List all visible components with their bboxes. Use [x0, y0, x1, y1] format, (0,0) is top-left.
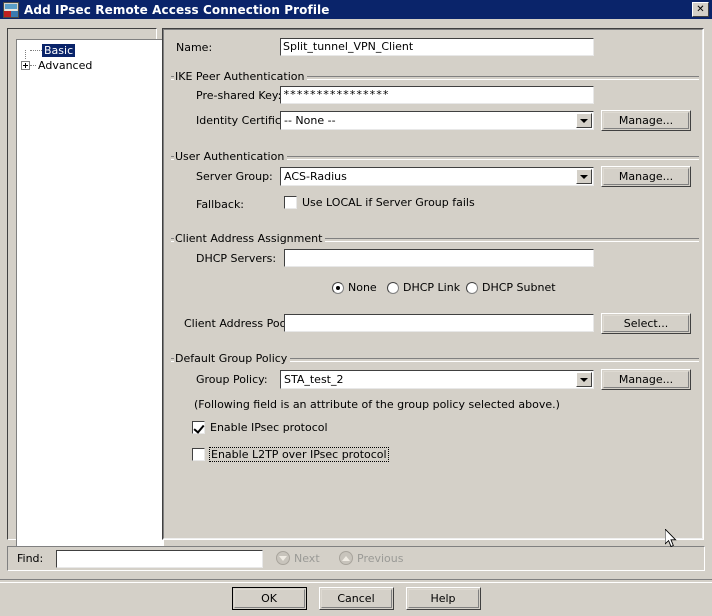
radio-dhcp-subnet-label: DHCP Subnet [482, 281, 556, 294]
group-policy-value: STA_test_2 [284, 373, 344, 386]
radio-none[interactable] [332, 281, 344, 294]
server-group-label-row: Server Group: [196, 170, 273, 183]
ok-button[interactable]: OK [231, 587, 307, 610]
client-address-pools-select-button[interactable]: Select... [601, 313, 691, 334]
find-bar: Find: Next Previous [7, 546, 705, 571]
close-icon[interactable]: ✕ [692, 2, 709, 17]
chevron-down-icon[interactable] [576, 169, 592, 184]
dhcp-mode-radio-dhcp-subnet[interactable]: DHCP Subnet [466, 281, 556, 294]
dhcp-mode-radio-none[interactable]: None [332, 281, 377, 294]
find-previous-label: Previous [357, 551, 404, 565]
arrow-down-icon [276, 551, 290, 565]
tree-item-advanced[interactable]: Advanced [17, 58, 163, 73]
help-button[interactable]: Help [405, 587, 481, 610]
client-address-pools-input[interactable] [284, 314, 594, 332]
tree-item-advanced-label: Advanced [38, 59, 93, 72]
ike-peer-authentication-title: IKE Peer Authentication [174, 70, 308, 83]
server-group-value: ACS-Radius [284, 170, 347, 183]
ok-button-label: OK [261, 592, 277, 605]
fallback-checkbox-label: Use LOCAL if Server Group fails [302, 196, 475, 209]
ike-peer-authentication-group: IKE Peer Authentication [170, 70, 700, 83]
radio-dhcp-link[interactable] [387, 281, 399, 294]
find-next-button[interactable]: Next [276, 551, 320, 565]
preshared-key-label: Pre-shared Key: [196, 89, 282, 102]
server-group-label: Server Group: [196, 170, 273, 183]
server-group-manage-button[interactable]: Manage... [601, 166, 691, 187]
identity-certificate-manage-label: Manage... [618, 114, 674, 127]
expand-advanced-icon[interactable] [21, 61, 30, 70]
dialog-button-bar: OK Cancel Help [0, 587, 712, 610]
ipsec-profile-icon [3, 1, 19, 18]
tree-item-basic[interactable]: Basic [17, 43, 163, 59]
enable-ipsec-checkbox[interactable] [192, 421, 205, 434]
navigation-tree[interactable]: Basic Advanced [16, 39, 164, 549]
find-previous-button[interactable]: Previous [339, 551, 404, 565]
name-input[interactable]: Split_tunnel_VPN_Client [280, 38, 594, 56]
default-group-policy-group: Default Group Policy [170, 352, 700, 365]
find-label: Find: [17, 552, 44, 565]
identity-certificate-value: -- None -- [284, 114, 336, 127]
client-address-assignment-group: Client Address Assignment [170, 232, 700, 245]
radio-dhcp-subnet[interactable] [466, 281, 478, 294]
radio-none-label: None [348, 281, 377, 294]
group-policy-label-row: Group Policy: [196, 373, 268, 386]
group-policy-manage-button[interactable]: Manage... [601, 369, 691, 390]
tree-item-basic-label: Basic [42, 44, 76, 57]
cancel-button-label: Cancel [337, 592, 375, 605]
cancel-button[interactable]: Cancel [318, 587, 394, 610]
server-group-manage-label: Manage... [618, 170, 674, 183]
window-title: Add IPsec Remote Access Connection Profi… [24, 2, 330, 17]
fallback-label: Fallback: [196, 198, 245, 211]
enable-l2tp-checkbox-row[interactable]: Enable L2TP over IPsec protocol [192, 447, 389, 462]
preshared-key-label-row: Pre-shared Key: [196, 89, 281, 102]
dhcp-servers-label-row: DHCP Servers: [196, 252, 276, 265]
fallback-label-row: Fallback: [196, 198, 244, 211]
bottom-separator [0, 579, 712, 583]
group-policy-label: Group Policy: [196, 373, 268, 386]
dhcp-mode-radio-dhcp-link[interactable]: DHCP Link [387, 281, 460, 294]
enable-ipsec-label: Enable IPsec protocol [210, 421, 328, 434]
fallback-checkbox-row[interactable]: Use LOCAL if Server Group fails [284, 196, 475, 209]
dhcp-servers-label: DHCP Servers: [196, 252, 277, 265]
enable-ipsec-checkbox-row[interactable]: Enable IPsec protocol [192, 421, 328, 434]
identity-certificate-select[interactable]: -- None -- [280, 111, 594, 130]
user-authentication-title: User Authentication [174, 150, 288, 163]
server-group-select[interactable]: ACS-Radius [280, 167, 594, 186]
client-address-pools-label: Client Address Pools: [184, 317, 299, 330]
user-authentication-group: User Authentication [170, 150, 700, 163]
dhcp-servers-input[interactable] [284, 249, 594, 267]
group-policy-manage-label: Manage... [618, 373, 674, 386]
content-panel: Name: Split_tunnel_VPN_Client IKE Peer A… [163, 29, 703, 539]
find-next-label: Next [294, 551, 320, 565]
default-group-policy-title: Default Group Policy [174, 352, 291, 365]
radio-dhcp-link-label: DHCP Link [403, 281, 461, 294]
identity-certificate-manage-button[interactable]: Manage... [601, 110, 691, 131]
content-panel-frame: Name: Split_tunnel_VPN_Client IKE Peer A… [162, 28, 704, 540]
enable-l2tp-checkbox[interactable] [192, 448, 205, 461]
client-address-assignment-title: Client Address Assignment [174, 232, 326, 245]
client-address-pools-select-label: Select... [623, 317, 669, 330]
help-button-label: Help [430, 592, 456, 605]
preshared-key-input[interactable]: **************** [280, 86, 594, 104]
name-label: Name: [176, 41, 213, 54]
client-address-pools-label-row: Client Address Pools: [184, 317, 299, 330]
navigation-tree-frame: Basic Advanced [7, 28, 164, 549]
group-policy-note: (Following field is an attribute of the … [194, 398, 560, 411]
dialog-body: Basic Advanced Name: Split_tunnel_VPN_Cl… [0, 19, 712, 616]
title-bar: Add IPsec Remote Access Connection Profi… [0, 0, 712, 19]
enable-l2tp-label: Enable L2TP over IPsec protocol [209, 447, 389, 462]
group-policy-note-row: (Following field is an attribute of the … [194, 398, 560, 411]
chevron-down-icon[interactable] [576, 372, 592, 387]
name-label-row: Name: [176, 41, 212, 54]
fallback-checkbox[interactable] [284, 196, 297, 209]
find-input[interactable] [56, 550, 263, 568]
chevron-down-icon[interactable] [576, 113, 592, 128]
arrow-up-icon [339, 551, 353, 565]
group-policy-select[interactable]: STA_test_2 [280, 370, 594, 389]
